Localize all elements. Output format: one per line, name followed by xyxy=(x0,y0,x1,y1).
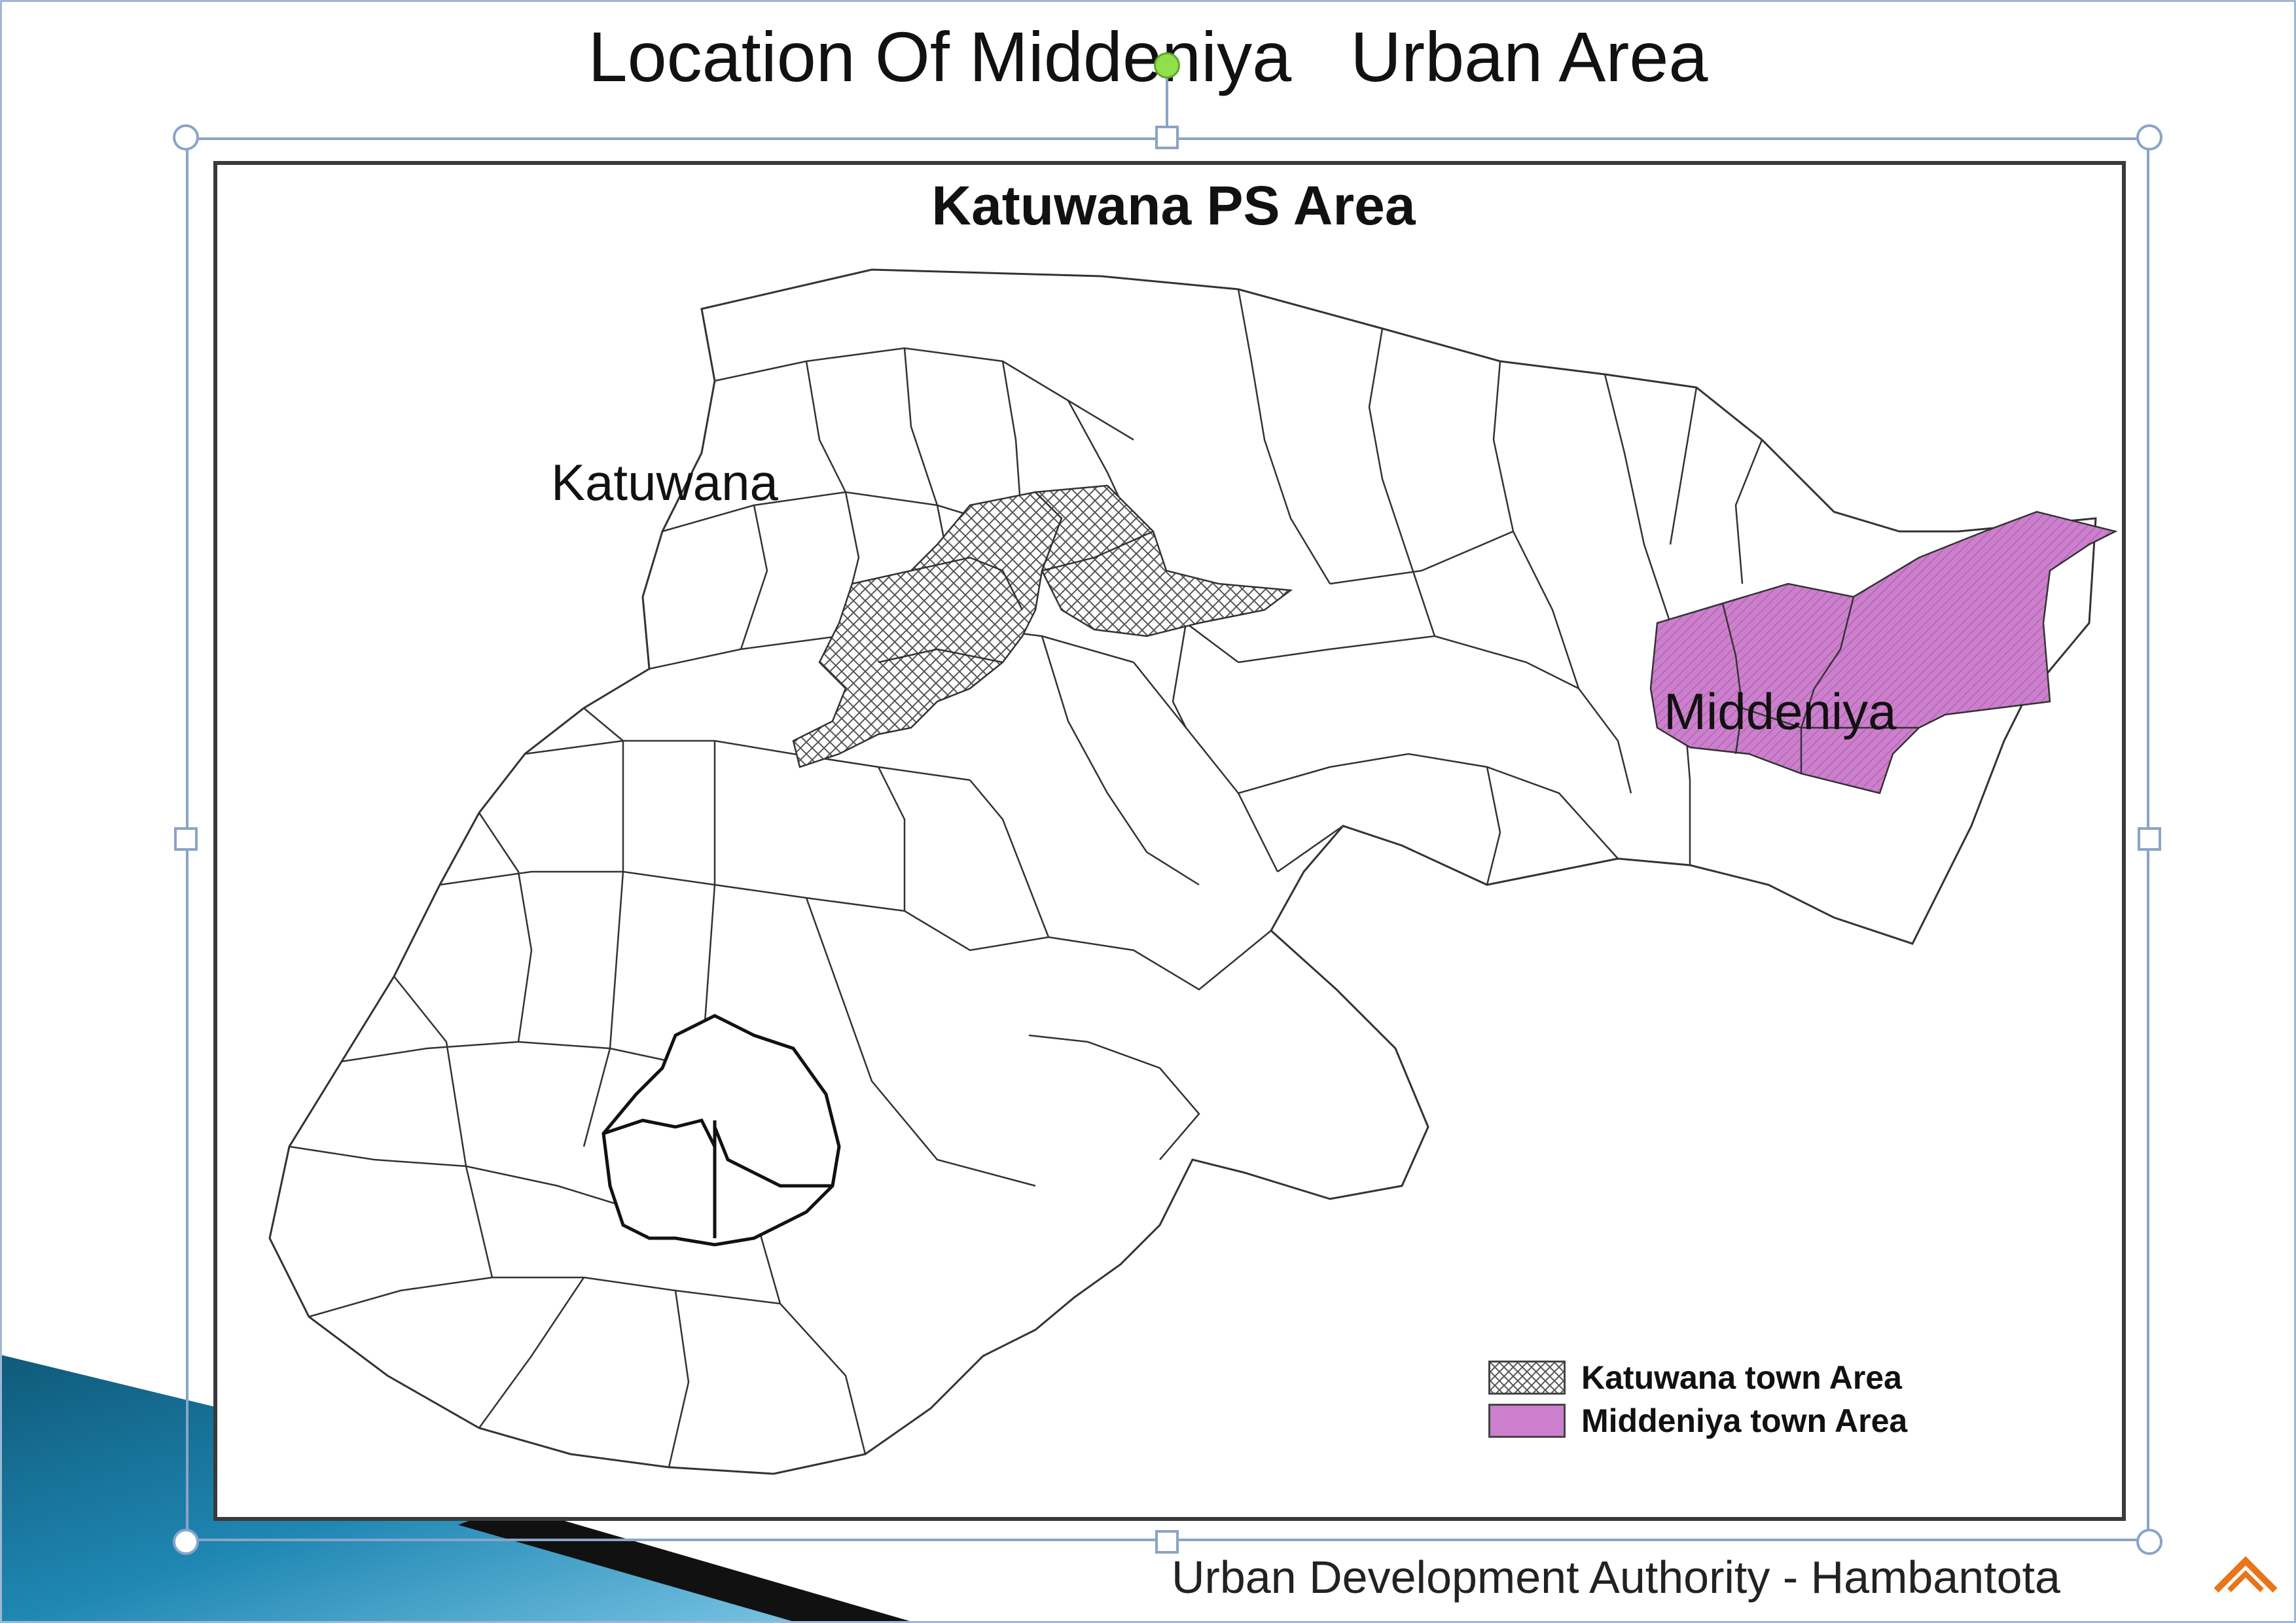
map-image: Katuwana PS Area Katuwana Middeniya Katu… xyxy=(213,161,2126,1521)
uda-chevron-logo-icon xyxy=(2214,1556,2278,1593)
resize-handle-left[interactable] xyxy=(174,827,198,851)
legend-label: Middeniya town Area xyxy=(1581,1402,1908,1439)
resize-handle-top-right[interactable] xyxy=(2136,124,2162,151)
label-katuwana: Katuwana xyxy=(551,454,778,511)
resize-handle-bottom-left[interactable] xyxy=(173,1529,199,1555)
label-middeniya: Middeniya xyxy=(1664,683,1897,740)
slide-footer: Urban Development Authority - Hambantota xyxy=(1172,1552,2060,1603)
resize-handle-bottom-right[interactable] xyxy=(2136,1529,2162,1555)
resize-handle-right[interactable] xyxy=(2138,827,2161,851)
rotate-handle[interactable] xyxy=(1154,52,1180,79)
slide: Location Of Middeniya Urban Area Katuwan… xyxy=(0,0,2296,1623)
map-legend: Katuwana town Area Middeniya town Area xyxy=(1488,1356,2077,1442)
magenta-swatch-icon xyxy=(1488,1404,1566,1438)
resize-handle-top[interactable] xyxy=(1155,126,1179,149)
slide-title: Location Of Middeniya Urban Area xyxy=(588,17,1708,96)
legend-item-middeniya: Middeniya town Area xyxy=(1488,1399,2077,1442)
crosshatch-swatch-icon xyxy=(1488,1361,1566,1395)
map-drawing xyxy=(268,268,2118,1475)
resize-handle-bottom[interactable] xyxy=(1155,1530,1179,1554)
legend-label: Katuwana town Area xyxy=(1581,1359,1902,1396)
resize-handle-top-left[interactable] xyxy=(173,124,199,151)
legend-item-katuwana: Katuwana town Area xyxy=(1488,1356,2077,1399)
